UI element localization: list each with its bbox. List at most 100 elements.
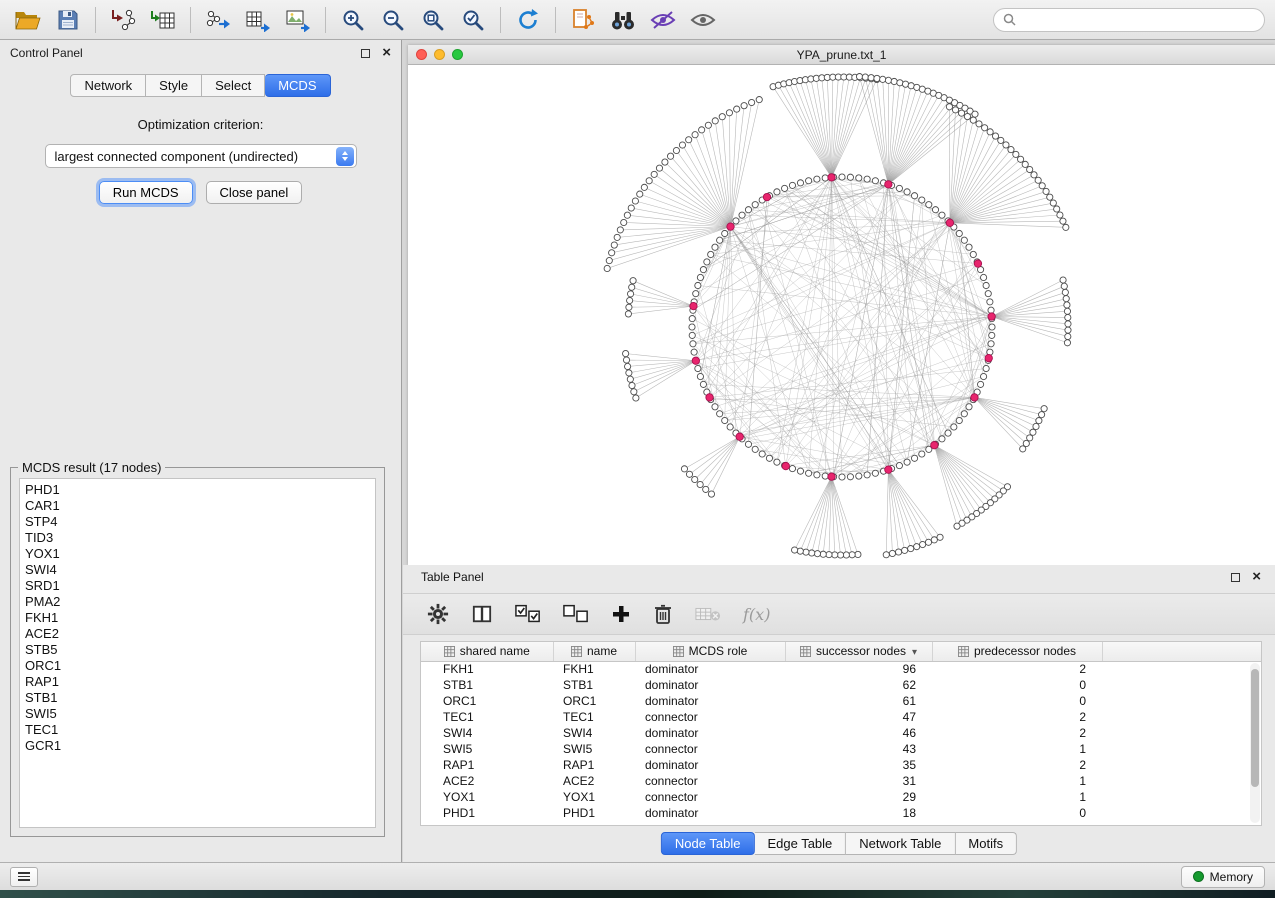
search-box[interactable] xyxy=(993,8,1265,32)
table-cell[interactable]: ACE2 xyxy=(553,773,635,789)
zoom-in-icon[interactable] xyxy=(335,4,371,36)
import-table-icon[interactable] xyxy=(145,4,181,36)
table-cell[interactable]: SWI5 xyxy=(553,741,635,757)
tab-style[interactable]: Style xyxy=(146,74,202,97)
table-cell[interactable]: 1 xyxy=(932,789,1102,805)
table-cell[interactable]: 29 xyxy=(785,789,932,805)
table-cell[interactable]: 18 xyxy=(785,805,932,821)
mcds-result-item[interactable]: GCR1 xyxy=(25,738,370,754)
mcds-result-item[interactable]: CAR1 xyxy=(25,498,370,514)
table-cell[interactable]: 2 xyxy=(932,757,1102,773)
mcds-result-item[interactable]: STP4 xyxy=(25,514,370,530)
table-cell[interactable]: 62 xyxy=(785,677,932,693)
mcds-result-item[interactable]: ACE2 xyxy=(25,626,370,642)
float-panel-icon[interactable] xyxy=(361,49,370,58)
table-cell[interactable]: FKH1 xyxy=(421,661,553,677)
table-cell[interactable]: 0 xyxy=(932,805,1102,821)
mcds-result-item[interactable]: FKH1 xyxy=(25,610,370,626)
network-canvas[interactable] xyxy=(408,65,1275,565)
deselect-all-icon[interactable] xyxy=(563,604,589,624)
zoom-selected-icon[interactable] xyxy=(455,4,491,36)
tab-network[interactable]: Network xyxy=(70,74,146,97)
table-cell[interactable]: 43 xyxy=(785,741,932,757)
zoom-out-icon[interactable] xyxy=(375,4,411,36)
export-image-icon[interactable] xyxy=(280,4,316,36)
column-header-successor-nodes[interactable]: successor nodes▾ xyxy=(785,642,932,661)
table-cell[interactable]: dominator xyxy=(635,693,785,709)
table-cell[interactable]: 0 xyxy=(932,677,1102,693)
mcds-result-item[interactable]: SWI5 xyxy=(25,706,370,722)
column-header-name[interactable]: name xyxy=(553,642,635,661)
save-session-icon[interactable] xyxy=(50,4,86,36)
table-cell[interactable]: 96 xyxy=(785,661,932,677)
open-file-icon[interactable] xyxy=(10,4,46,36)
tab-select[interactable]: Select xyxy=(202,74,265,97)
close-panel-button[interactable]: Close panel xyxy=(206,181,303,204)
table-cell[interactable]: 61 xyxy=(785,693,932,709)
table-cell[interactable]: 1 xyxy=(932,773,1102,789)
table-cell[interactable]: 2 xyxy=(932,725,1102,741)
table-cell[interactable]: RAP1 xyxy=(553,757,635,773)
table-cell[interactable]: SWI4 xyxy=(553,725,635,741)
table-cell[interactable]: PHD1 xyxy=(421,805,553,821)
table-cell[interactable]: 35 xyxy=(785,757,932,773)
table-settings-gear-icon[interactable] xyxy=(427,603,449,625)
maximize-window-icon[interactable] xyxy=(452,49,463,60)
table-cell[interactable]: dominator xyxy=(635,677,785,693)
mcds-result-item[interactable]: PMA2 xyxy=(25,594,370,610)
table-cell[interactable]: 31 xyxy=(785,773,932,789)
tab-motifs[interactable]: Motifs xyxy=(955,832,1017,855)
eye-slash-icon[interactable] xyxy=(645,4,681,36)
binoculars-icon[interactable] xyxy=(605,4,641,36)
table-cell[interactable]: YOX1 xyxy=(553,789,635,805)
mcds-result-list[interactable]: PHD1CAR1STP4TID3YOX1SWI4SRD1PMA2FKH1ACE2… xyxy=(19,478,376,828)
mcds-result-item[interactable]: TEC1 xyxy=(25,722,370,738)
search-input[interactable] xyxy=(1022,13,1255,27)
column-header-mcds-role[interactable]: MCDS role xyxy=(635,642,785,661)
refresh-layout-icon[interactable] xyxy=(510,4,546,36)
network-graph[interactable] xyxy=(408,65,1275,565)
table-cell[interactable]: connector xyxy=(635,773,785,789)
share-document-icon[interactable] xyxy=(565,4,601,36)
table-cell[interactable]: 0 xyxy=(932,693,1102,709)
table-cell[interactable]: RAP1 xyxy=(421,757,553,773)
table-cell[interactable]: 2 xyxy=(932,709,1102,725)
zoom-fit-icon[interactable] xyxy=(415,4,451,36)
mcds-result-item[interactable]: PHD1 xyxy=(25,482,370,498)
table-cell[interactable]: TEC1 xyxy=(553,709,635,725)
table-cell[interactable]: dominator xyxy=(635,805,785,821)
mcds-result-item[interactable]: RAP1 xyxy=(25,674,370,690)
mcds-result-item[interactable]: YOX1 xyxy=(25,546,370,562)
float-table-panel-icon[interactable] xyxy=(1231,573,1240,582)
optimization-dropdown[interactable]: largest connected component (undirected) xyxy=(45,144,357,168)
table-cell[interactable]: connector xyxy=(635,741,785,757)
mcds-result-item[interactable]: STB5 xyxy=(25,642,370,658)
table-cell[interactable]: SWI4 xyxy=(421,725,553,741)
table-cell[interactable]: ACE2 xyxy=(421,773,553,789)
table-cell[interactable]: 47 xyxy=(785,709,932,725)
close-panel-icon[interactable]: × xyxy=(382,48,391,58)
table-cell[interactable]: 2 xyxy=(932,661,1102,677)
close-window-icon[interactable] xyxy=(416,49,427,60)
mcds-result-item[interactable]: ORC1 xyxy=(25,658,370,674)
tab-node-table[interactable]: Node Table xyxy=(661,832,755,855)
table-cell[interactable]: ORC1 xyxy=(553,693,635,709)
column-header-predecessor-nodes[interactable]: predecessor nodes xyxy=(932,642,1102,661)
split-table-icon[interactable] xyxy=(471,604,493,624)
add-column-icon[interactable] xyxy=(611,604,631,624)
close-table-panel-icon[interactable]: × xyxy=(1252,572,1261,582)
eye-icon[interactable] xyxy=(685,4,721,36)
mcds-result-item[interactable]: SRD1 xyxy=(25,578,370,594)
tab-mcds[interactable]: MCDS xyxy=(265,74,330,97)
table-cell[interactable]: dominator xyxy=(635,757,785,773)
table-cell[interactable]: STB1 xyxy=(421,677,553,693)
dropdown-stepper-icon[interactable] xyxy=(336,147,354,166)
table-cell[interactable]: connector xyxy=(635,709,785,725)
table-cell[interactable]: connector xyxy=(635,789,785,805)
table-scrollbar-thumb[interactable] xyxy=(1251,669,1259,787)
table-cell[interactable]: STB1 xyxy=(553,677,635,693)
mcds-result-item[interactable]: STB1 xyxy=(25,690,370,706)
table-cell[interactable]: YOX1 xyxy=(421,789,553,805)
table-cell[interactable]: SWI5 xyxy=(421,741,553,757)
select-all-icon[interactable] xyxy=(515,604,541,624)
